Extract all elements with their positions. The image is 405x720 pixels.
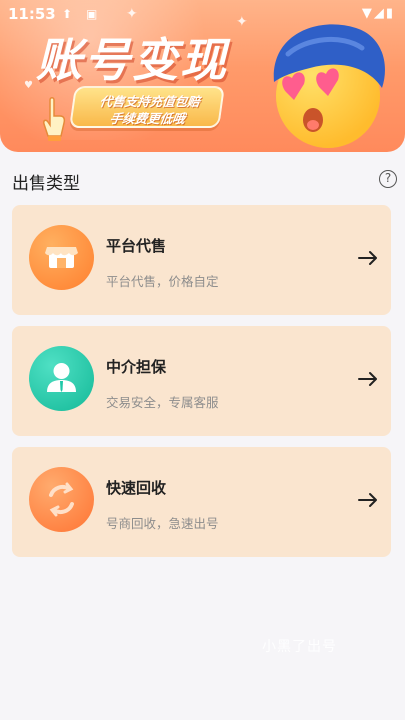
- arrow-right-icon[interactable]: [357, 489, 379, 511]
- recycle-icon: [29, 467, 94, 532]
- banner-pill-line2: 手续费更低哦: [108, 111, 186, 126]
- status-icons: ▼◢▮: [362, 6, 395, 21]
- arrow-right-icon[interactable]: [357, 368, 379, 390]
- section-title: 出售类型: [12, 174, 80, 194]
- banner-pill: 代售支持充值包赔 手续费更低哦: [69, 86, 225, 128]
- upload-icon: ⬆: [62, 7, 73, 21]
- store-icon: [29, 225, 94, 290]
- card-subtitle: 号商回收，急速出号: [106, 516, 219, 531]
- signal-icon: ◢: [373, 6, 386, 21]
- arrow-right-icon[interactable]: [357, 247, 379, 269]
- section-header: 出售类型 ?: [12, 168, 397, 194]
- card-escrow-guarantee[interactable]: 中介担保 交易安全，专属客服: [12, 326, 391, 436]
- card-title: 平台代售: [106, 237, 167, 255]
- banner-title: 账号变现: [36, 33, 228, 87]
- status-bar: 11:53 ⬆ ▣ ▼◢▮: [0, 0, 405, 30]
- card-platform-consignment[interactable]: 平台代售 平台代售，价格自定: [12, 205, 391, 315]
- agent-icon: [29, 346, 94, 411]
- heart-icon: ♥: [24, 80, 33, 91]
- status-time: 11:53: [8, 5, 56, 23]
- wifi-icon: ▼: [361, 6, 374, 21]
- watermark: 小黑了出号: [262, 639, 337, 655]
- card-subtitle: 交易安全，专属客服: [106, 395, 219, 410]
- card-quick-recycle[interactable]: 快速回收 号商回收，急速出号: [12, 447, 391, 557]
- card-subtitle: 平台代售，价格自定: [106, 274, 219, 289]
- app-notification-icon: ▣: [86, 7, 98, 21]
- mascot-illustration: [273, 24, 385, 148]
- card-title: 中介担保: [106, 358, 167, 376]
- promo-banner[interactable]: 11:53 ⬆ ▣ ▼◢▮ ✦ ✦ ♥ 账号变现 代售支持充值包赔 手续费更低哦: [0, 0, 405, 152]
- pointing-hand-icon: [43, 97, 66, 141]
- battery-icon: ▮: [385, 6, 395, 21]
- card-title: 快速回收: [106, 479, 167, 497]
- help-icon[interactable]: ?: [379, 170, 397, 188]
